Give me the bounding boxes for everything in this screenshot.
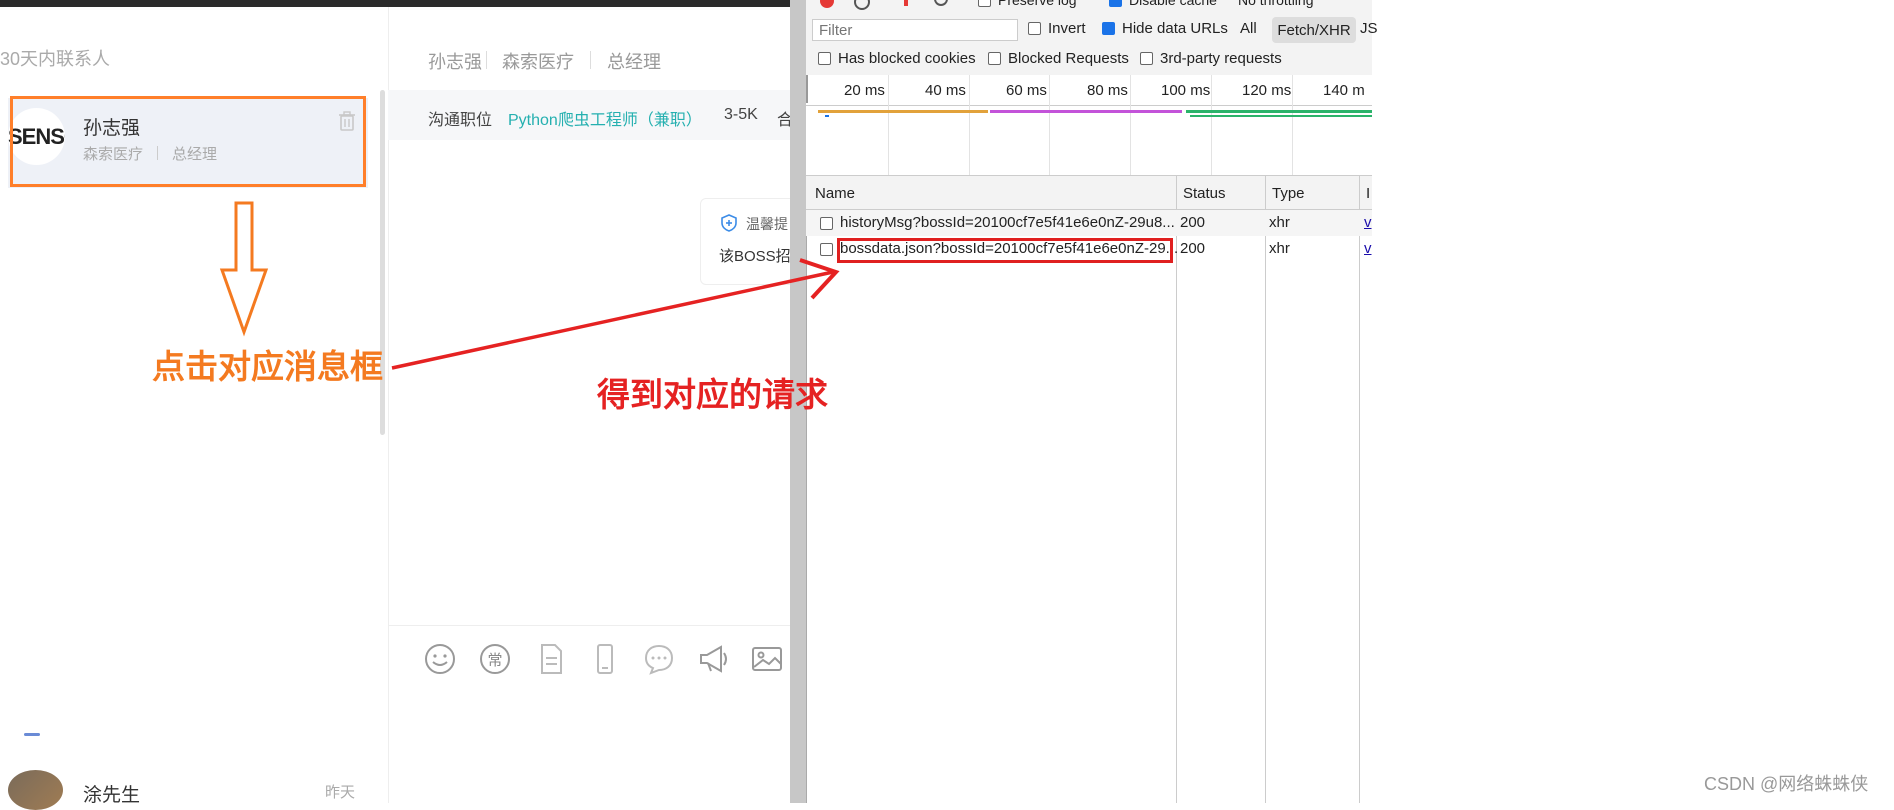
right-arrow-line <box>391 270 834 370</box>
watermark: CSDN @网络蛛蛛侠 <box>1704 774 1869 794</box>
annotation-request-label: 得到对应的请求 <box>597 376 828 413</box>
down-arrow-icon <box>219 201 269 337</box>
annotation-click-label: 点击对应消息框 <box>152 348 383 385</box>
annotation-arrows <box>219 201 840 370</box>
